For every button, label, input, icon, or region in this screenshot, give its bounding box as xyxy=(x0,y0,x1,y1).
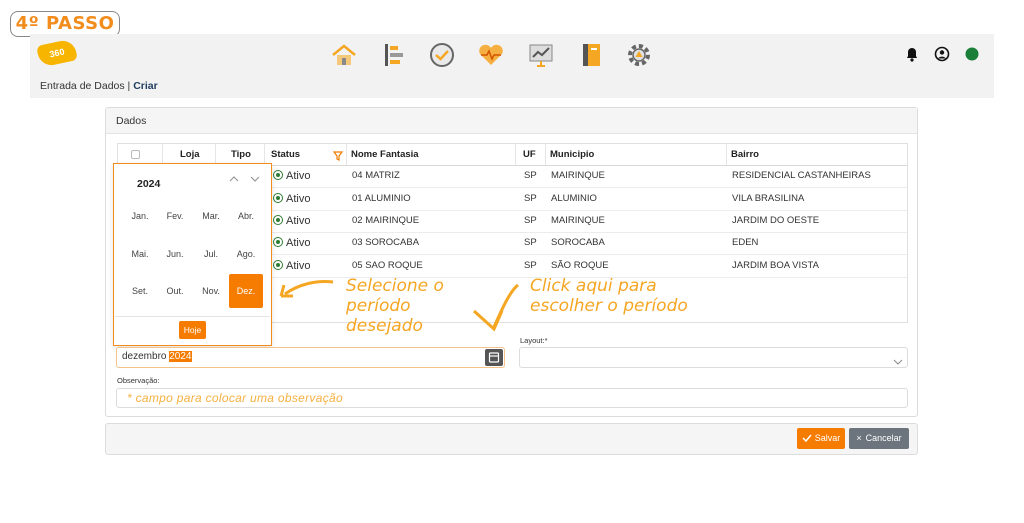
row-status[interactable]: Ativo xyxy=(273,188,310,210)
period-month-text: dezembro xyxy=(122,351,167,362)
month-nov[interactable]: Nov. xyxy=(194,274,228,308)
online-status-icon xyxy=(964,46,980,62)
settings-gear-icon[interactable] xyxy=(625,41,653,69)
period-input[interactable]: dezembro 2024 xyxy=(116,347,505,368)
period-year-text: 2024 xyxy=(169,351,192,362)
row-uf: SP xyxy=(524,215,537,226)
filter-icon[interactable] xyxy=(332,148,344,166)
row-municipio: MAIRINQUE xyxy=(551,215,605,226)
observation-label: Observação: xyxy=(117,376,160,385)
user-profile-icon[interactable] xyxy=(934,46,950,62)
month-fev[interactable]: Fev. xyxy=(158,199,192,233)
row-municipio: MAIRINQUE xyxy=(551,170,605,181)
row-uf: SP xyxy=(524,237,537,248)
home-icon[interactable] xyxy=(330,41,358,69)
breadcrumb: Entrada de Dados | Criar xyxy=(30,76,994,98)
month-set[interactable]: Set. xyxy=(123,274,157,308)
row-municipio: ALUMINIO xyxy=(551,193,597,204)
month-jun[interactable]: Jun. xyxy=(158,237,192,271)
month-jul[interactable]: Jul. xyxy=(194,237,228,271)
row-municipio: SÃO ROQUE xyxy=(551,260,609,271)
header-bairro[interactable]: Bairro xyxy=(731,144,759,165)
chart-board-icon[interactable] xyxy=(527,41,555,69)
panel-title: Dados xyxy=(106,108,917,134)
row-nome: 05 SAO ROQUE xyxy=(352,260,423,271)
today-button[interactable]: Hoje xyxy=(179,321,206,339)
header-municipio[interactable]: Municipio xyxy=(550,144,594,165)
column-separator xyxy=(515,144,516,165)
annotation-arrow-down-icon xyxy=(468,281,524,338)
annotation-arrow-left-icon xyxy=(277,276,337,305)
column-separator xyxy=(726,144,727,165)
chevron-down-icon[interactable] xyxy=(893,353,903,371)
row-nome: 01 ALUMINIO xyxy=(352,193,411,204)
cancel-button[interactable]: × Cancelar xyxy=(849,428,909,449)
status-radio-icon[interactable] xyxy=(273,215,283,225)
month-mar[interactable]: Mar. xyxy=(194,199,228,233)
month-ago[interactable]: Ago. xyxy=(229,237,263,271)
close-icon: × xyxy=(856,433,862,443)
save-button[interactable]: Salvar xyxy=(797,428,845,449)
column-separator xyxy=(346,144,347,165)
check-circle-icon[interactable] xyxy=(428,41,456,69)
bell-icon[interactable] xyxy=(904,46,920,62)
row-bairro: JARDIM BOA VISTA xyxy=(732,260,819,271)
row-uf: SP xyxy=(524,193,537,204)
row-municipio: SOROCABA xyxy=(551,237,605,248)
month-abr[interactable]: Abr. xyxy=(229,199,263,233)
header-status[interactable]: Status xyxy=(271,144,300,165)
month-jan[interactable]: Jan. xyxy=(123,199,157,233)
month-dez-selected[interactable]: Dez. xyxy=(229,274,263,308)
row-bairro: JARDIM DO OESTE xyxy=(732,215,820,226)
row-nome: 03 SOROCABA xyxy=(352,237,420,248)
breadcrumb-section[interactable]: Entrada de Dados | xyxy=(40,80,130,92)
row-bairro: VILA BRASILINA xyxy=(732,193,805,204)
row-status[interactable]: Ativo xyxy=(273,255,310,277)
row-bairro: EDEN xyxy=(732,237,759,248)
column-separator xyxy=(264,144,265,165)
annotation-select-period: Selecione o período desejado xyxy=(346,276,444,336)
select-all-checkbox[interactable] xyxy=(131,150,140,159)
row-nome: 04 MATRIZ xyxy=(352,170,400,181)
row-status[interactable]: Ativo xyxy=(273,165,310,187)
check-icon xyxy=(802,434,812,443)
row-uf: SP xyxy=(524,170,537,181)
status-radio-icon[interactable] xyxy=(273,237,283,247)
layout-select[interactable] xyxy=(519,347,908,368)
status-radio-icon[interactable] xyxy=(273,170,283,180)
timeline-icon[interactable] xyxy=(380,41,408,69)
row-status[interactable]: Ativo xyxy=(273,210,310,232)
breadcrumb-current: Criar xyxy=(133,80,158,92)
column-separator xyxy=(545,144,546,165)
status-radio-icon[interactable] xyxy=(273,260,283,270)
status-radio-icon[interactable] xyxy=(273,193,283,203)
column-separator xyxy=(162,144,163,165)
picker-year[interactable]: 2024 xyxy=(137,178,160,190)
annotation-click-here: Click aqui para escolher o período xyxy=(530,276,688,316)
layout-label: Layout:* xyxy=(520,336,548,345)
chevron-up-icon[interactable] xyxy=(229,174,239,187)
notebook-icon[interactable] xyxy=(577,41,605,69)
month-mai[interactable]: Mai. xyxy=(123,237,157,271)
heart-pulse-icon[interactable] xyxy=(477,41,505,69)
picker-divider xyxy=(115,316,270,317)
chevron-down-icon[interactable] xyxy=(250,174,260,187)
header-loja[interactable]: Loja xyxy=(180,144,200,165)
row-nome: 02 MAIRINQUE xyxy=(352,215,420,226)
calendar-button[interactable] xyxy=(485,349,503,366)
observation-input[interactable]: * campo para colocar uma observação xyxy=(116,388,908,408)
row-uf: SP xyxy=(524,260,537,271)
row-status[interactable]: Ativo xyxy=(273,232,310,254)
row-bairro: RESIDENCIAL CASTANHEIRAS xyxy=(732,170,871,181)
header-nome-fantasia[interactable]: Nome Fantasia xyxy=(351,144,419,165)
column-separator xyxy=(215,144,216,165)
month-out[interactable]: Out. xyxy=(158,274,192,308)
header-uf[interactable]: UF xyxy=(523,144,536,165)
top-navbar xyxy=(30,34,994,76)
header-tipo[interactable]: Tipo xyxy=(231,144,251,165)
calendar-icon xyxy=(488,352,500,363)
